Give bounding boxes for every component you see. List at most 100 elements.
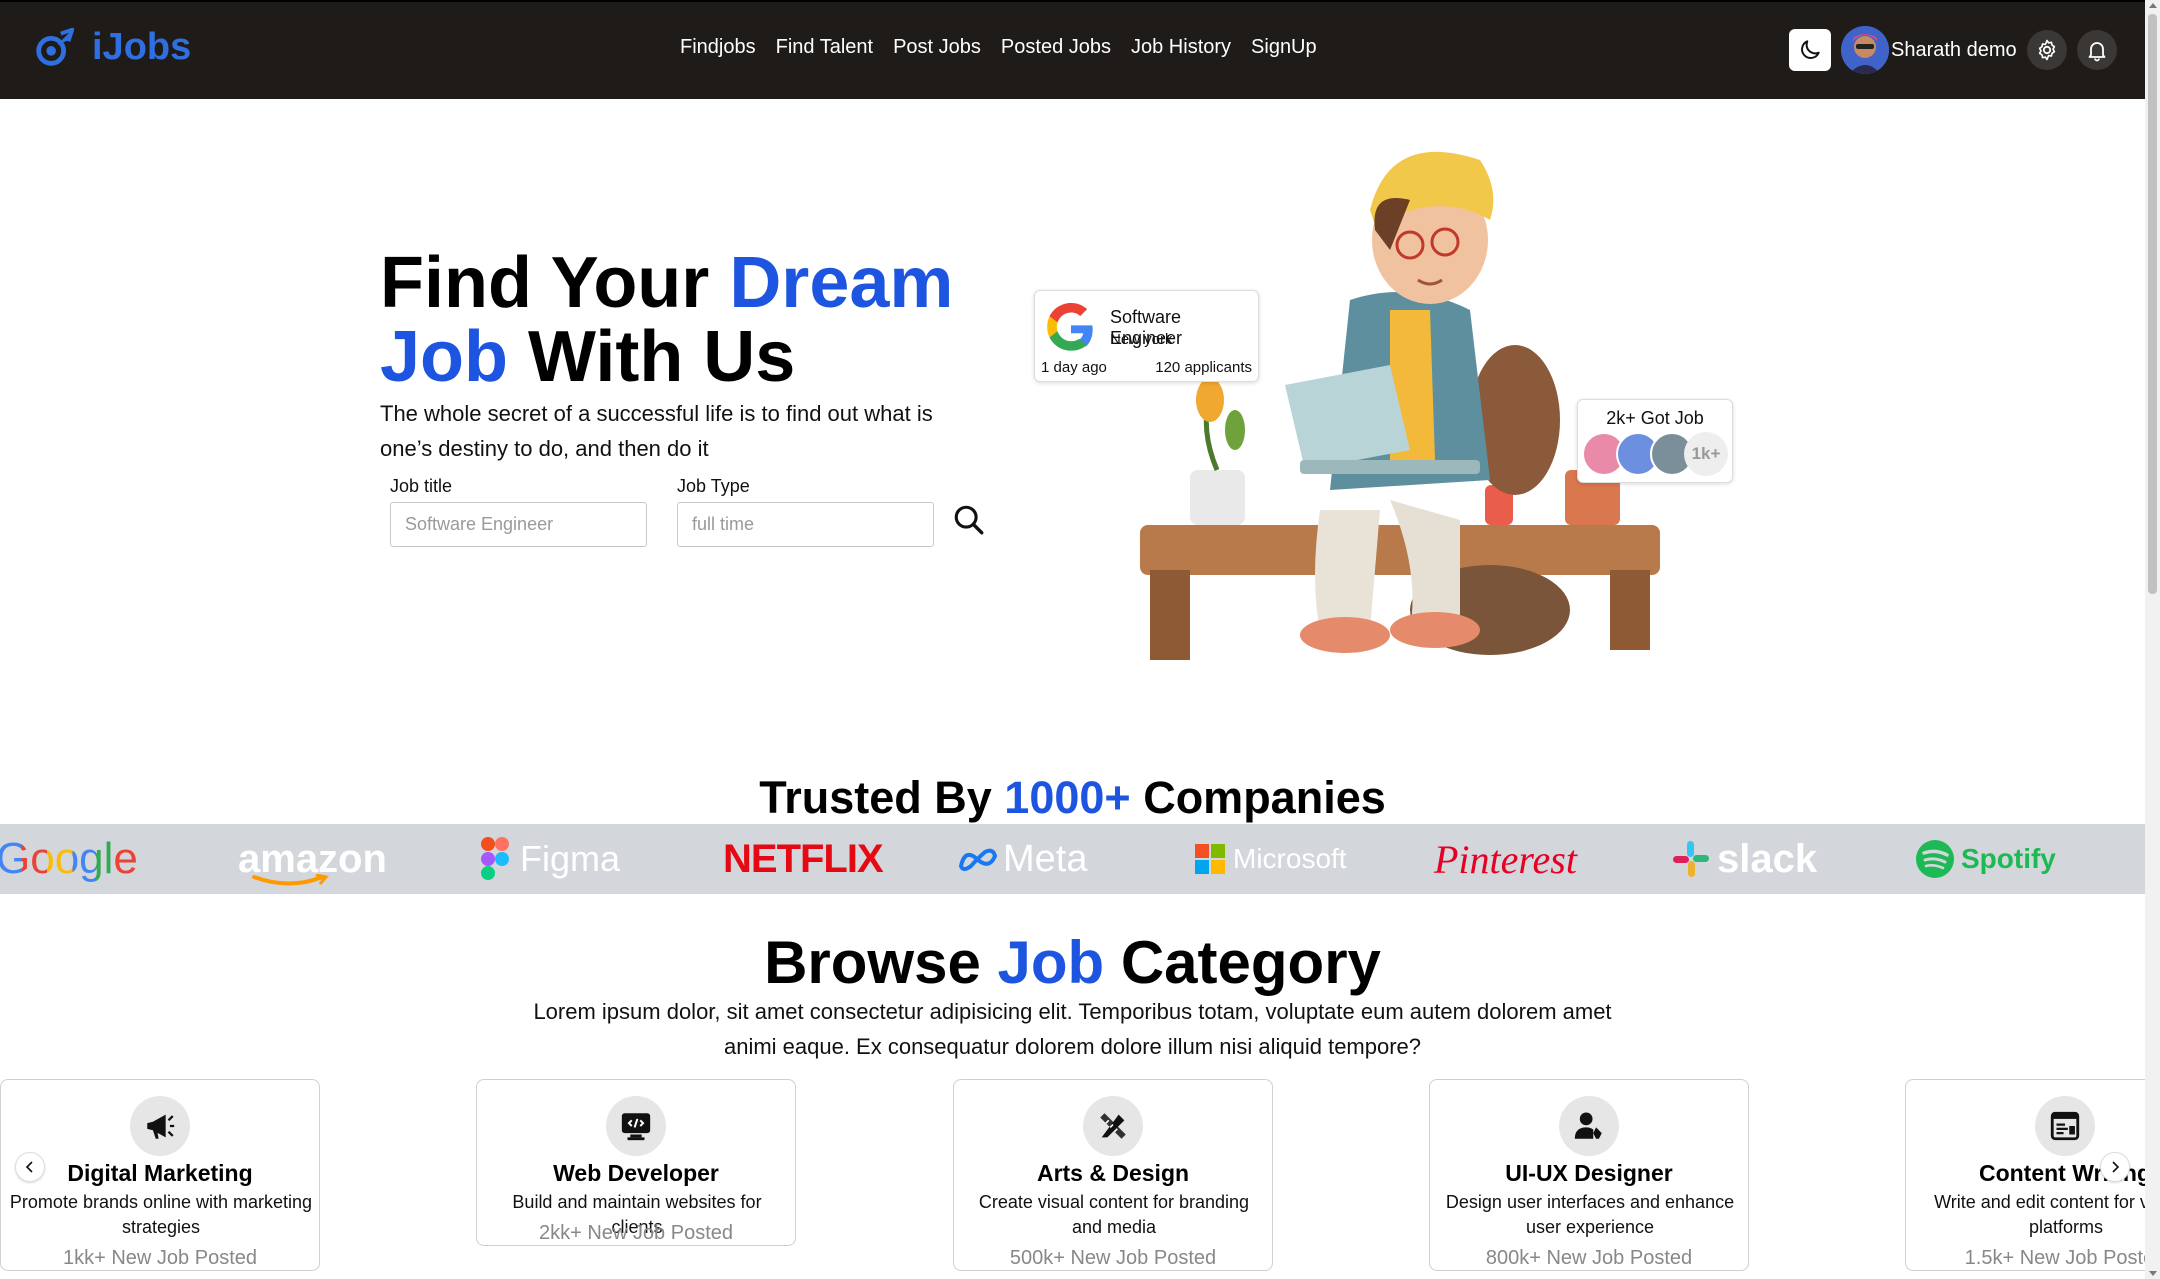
slack-icon [1673,841,1709,877]
brand-name: iJobs [92,25,192,68]
category-title: Digital Marketing [67,1160,253,1186]
trusted-title-part2: Companies [1130,772,1386,823]
microsoft-icon [1195,844,1225,874]
browse-subtitle: Lorem ipsum dolor, sit amet consectetur … [533,999,1612,1059]
nav-link-job-history[interactable]: Job History [1121,36,1241,59]
page-scrollbar[interactable] [2145,0,2160,1279]
got-job-card: 2k+ Got Job 1k+ [1577,399,1733,483]
figma-logo-text: Figma [520,838,621,879]
job-title-input[interactable] [390,502,647,547]
scroll-up-arrow-icon[interactable] [2149,3,2157,8]
carousel-next-button[interactable] [2100,1152,2130,1182]
megaphone-icon [130,1096,190,1156]
trusted-title-count: 1000+ [1004,772,1131,823]
category-card-ui-ux-designer[interactable]: UI-UX Designer Design user interfaces an… [1429,1079,1749,1271]
hero-subtitle: The whole secret of a successful life is… [380,401,933,461]
brand-logo[interactable]: iJobs [32,24,191,70]
microsoft-logo: Microsoft [1195,834,1347,884]
category-description: Write and edit content for various platf… [1934,1192,2160,1237]
gear-icon [2038,39,2055,61]
navbar: iJobs Findjobs Find Talent Post Jobs Pos… [0,0,2145,99]
more-count-badge: 1k+ [1684,432,1728,476]
job-type-input[interactable] [677,502,934,547]
amazon-logo: amazon [238,834,387,886]
user-avatar[interactable] [1841,26,1889,74]
netflix-logo: NETFLIX [723,834,884,884]
job-card-applicants: 120 applicants [1155,359,1252,376]
meta-logo-text: Meta [1003,837,1088,880]
browse-title-part1: Browse [764,929,998,996]
chevron-left-icon [25,1161,33,1173]
search-icon[interactable] [952,503,986,537]
category-title: Web Developer [553,1160,719,1186]
featured-job-card[interactable]: Software Engineer New york 1 day ago 120… [1034,290,1259,382]
trusted-title-part1: Trusted By [759,772,1005,823]
nav-link-find-talent[interactable]: Find Talent [766,36,883,59]
category-description: Promote brands online with marketing str… [9,1192,313,1237]
theme-toggle-button[interactable] [1789,29,1831,71]
figma-icon [481,837,509,880]
nav-links: Findjobs Find Talent Post Jobs Posted Jo… [670,36,1327,59]
nav-link-post-jobs[interactable]: Post Jobs [883,36,991,59]
hero-title-part1: Find Your [380,243,730,323]
pinterest-logo: Pinterest [1434,834,1577,884]
category-title: Arts & Design [1036,1160,1190,1186]
figma-logo: Figma [480,834,620,884]
microsoft-logo-text: Microsoft [1233,843,1347,874]
company-logo-strip: Google amazon Figma NETFLIX Meta Microso… [0,824,2145,894]
nav-right: Sharath demo [1789,26,2117,74]
bell-icon [2088,42,2106,62]
job-type-label: Job Type [677,476,750,496]
category-card-arts-design[interactable]: Arts & Design Create visual content for … [953,1079,1273,1271]
job-card-location: New york [1110,331,1173,348]
nav-link-findjobs[interactable]: Findjobs [670,36,766,59]
meta-logo: Meta [957,834,1087,884]
google-logo: Google [0,834,138,884]
scrollbar-thumb[interactable] [2148,14,2157,594]
design-tools-icon [1083,1096,1143,1156]
category-description: Create visual content for branding and m… [978,1192,1250,1237]
amazon-smile-icon [252,874,329,886]
spotify-logo-text: Spotify [1961,843,2056,874]
moon-icon [1801,40,1820,59]
category-card-digital-marketing[interactable]: Digital Marketing Promote brands online … [0,1079,320,1271]
category-count: 500k+ New Job Posted [1009,1247,1217,1269]
spotify-icon [1916,840,1954,878]
scroll-down-arrow-icon[interactable] [2149,1271,2157,1276]
netflix-logo-text: NETFLIX [723,836,884,881]
category-count: 1kk+ New Job Posted [63,1247,257,1269]
designer-user-icon [1559,1096,1619,1156]
category-count: 1.5k+ New Job Posted [1964,1247,2160,1269]
notifications-button[interactable] [2076,30,2117,70]
google-logo-icon [1047,303,1093,351]
code-monitor-icon [606,1096,666,1156]
browse-title-blue: Job [997,929,1105,996]
spotify-logo: Spotify [1915,834,2056,884]
hero-title: Find Your Dream Job With Us [380,246,1020,394]
hero-title-part2: With Us [508,317,796,397]
job-title-label: Job title [390,476,453,496]
slack-logo: slack [1673,834,1817,884]
nav-link-posted-jobs[interactable]: Posted Jobs [991,36,1121,59]
user-name[interactable]: Sharath demo [1891,39,2017,62]
pinterest-logo-text: Pinterest [1434,836,1577,882]
hero-title-blue1: Dream [729,243,954,323]
browse-title-part2: Category [1104,929,1381,996]
trusted-title: Trusted By 1000+ Companies [0,772,2145,824]
google-logo-text: Google [0,834,138,884]
nav-link-signup[interactable]: SignUp [1241,36,1327,59]
category-count: 2kk+ New Job Posted [539,1222,733,1244]
chevron-right-icon [2112,1161,2120,1173]
job-card-posted: 1 day ago [1041,359,1107,376]
meta-infinity-icon [958,848,998,871]
category-description: Design user interfaces and enhance user … [1445,1192,1735,1237]
content-writing-icon [2035,1096,2095,1156]
browse-title: Browse Job Category [0,928,2145,997]
got-job-title: 2k+ Got Job [1606,408,1704,428]
category-title: UI-UX Designer [1505,1160,1673,1186]
category-count: 800k+ New Job Posted [1485,1247,1693,1269]
settings-button[interactable] [2026,30,2067,70]
category-card-web-developer[interactable]: Web Developer Build and maintain website… [476,1079,796,1246]
rocket-icon [36,27,75,66]
carousel-prev-button[interactable] [15,1152,45,1182]
